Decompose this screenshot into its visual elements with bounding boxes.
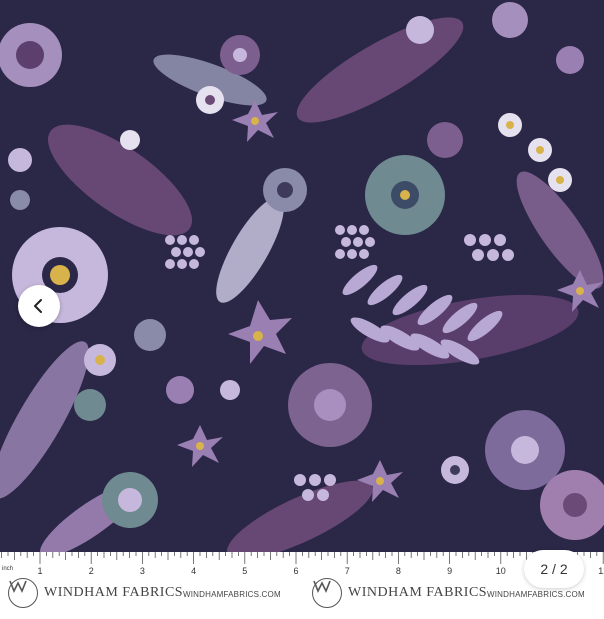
brand-logo: WINDHAM FABRICS: [312, 578, 487, 608]
measuring-ruler: inch 123456789101112 WINDHAM FABRICS WIN…: [0, 552, 604, 619]
windham-logo-icon: [312, 578, 342, 608]
ruler-number: 7: [344, 566, 350, 576]
ruler-number: 4: [191, 566, 197, 576]
brand-name: WINDHAM FABRICS: [348, 585, 488, 600]
brand-logo: WINDHAM FABRICS: [8, 578, 183, 608]
ruler-number: 1: [37, 566, 43, 576]
brand-website: WINDHAMFABRICS.COM: [487, 590, 585, 599]
windham-logo-icon: [8, 578, 38, 608]
ruler-number: 2: [88, 566, 94, 576]
image-counter-badge: 2 / 2: [524, 550, 584, 588]
brand-website: WINDHAMFABRICS.COM: [183, 590, 281, 599]
chevron-left-icon: [34, 299, 42, 313]
ruler-number: 3: [139, 566, 145, 576]
ruler-unit-label: inch: [2, 566, 14, 572]
ruler-number: 6: [293, 566, 299, 576]
ruler-number: 5: [242, 566, 248, 576]
previous-image-button[interactable]: [18, 285, 60, 327]
ruler-number: 10: [495, 566, 506, 576]
brand-name: WINDHAM FABRICS: [44, 585, 184, 600]
fabric-swatch-image: [0, 0, 604, 552]
ruler-number: 12: [598, 566, 604, 576]
product-image-viewer: inch 123456789101112 WINDHAM FABRICS WIN…: [0, 0, 604, 619]
ruler-number: 8: [395, 566, 401, 576]
ruler-number: 9: [447, 566, 453, 576]
